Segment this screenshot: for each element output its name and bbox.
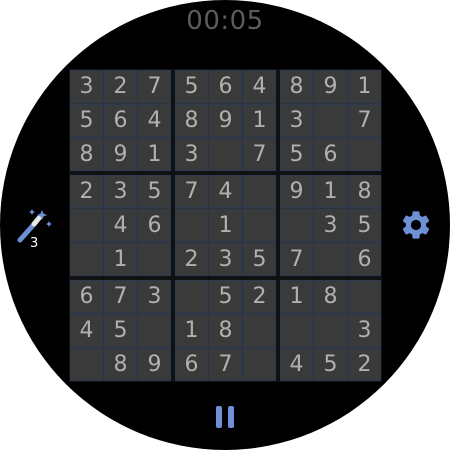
sudoku-cell[interactable]: 1 xyxy=(209,209,242,242)
sudoku-cell[interactable] xyxy=(175,280,208,313)
sudoku-cell[interactable]: 6 xyxy=(348,243,381,276)
sudoku-cell[interactable] xyxy=(175,209,208,242)
sudoku-box: 741235 xyxy=(175,175,276,276)
sudoku-board: 3275648915648913789137562354617412359183… xyxy=(69,69,382,382)
sudoku-cell[interactable] xyxy=(70,209,103,242)
sudoku-cell[interactable] xyxy=(138,314,171,347)
sudoku-cell[interactable]: 4 xyxy=(209,175,242,208)
sudoku-cell[interactable]: 8 xyxy=(280,70,313,103)
sudoku-cell[interactable]: 2 xyxy=(104,70,137,103)
sudoku-cell[interactable]: 1 xyxy=(314,175,347,208)
sudoku-cell[interactable]: 4 xyxy=(243,70,276,103)
sudoku-box: 183 452 xyxy=(280,280,381,381)
sudoku-cell[interactable]: 1 xyxy=(348,70,381,103)
sudoku-cell[interactable]: 9 xyxy=(280,175,313,208)
sudoku-cell[interactable]: 8 xyxy=(104,348,137,381)
sudoku-cell[interactable]: 1 xyxy=(138,138,171,171)
sudoku-cell[interactable]: 1 xyxy=(243,104,276,137)
sudoku-cell[interactable]: 7 xyxy=(175,175,208,208)
sudoku-cell[interactable]: 4 xyxy=(104,209,137,242)
sudoku-cell[interactable]: 8 xyxy=(209,314,242,347)
sudoku-cell[interactable]: 5 xyxy=(70,104,103,137)
sudoku-cell[interactable]: 8 xyxy=(175,104,208,137)
sudoku-cell[interactable]: 6 xyxy=(314,138,347,171)
sudoku-cell[interactable] xyxy=(280,314,313,347)
sudoku-cell[interactable]: 5 xyxy=(243,243,276,276)
sudoku-cell[interactable] xyxy=(314,314,347,347)
sudoku-cell[interactable]: 8 xyxy=(70,138,103,171)
sudoku-cell[interactable]: 7 xyxy=(209,348,242,381)
sudoku-cell[interactable] xyxy=(314,243,347,276)
gear-icon[interactable] xyxy=(399,208,433,242)
sudoku-cell[interactable]: 6 xyxy=(104,104,137,137)
sudoku-cell[interactable]: 6 xyxy=(209,70,242,103)
sudoku-cell[interactable] xyxy=(138,243,171,276)
sudoku-cell[interactable]: 2 xyxy=(70,175,103,208)
sudoku-box: 564 891 3 7 xyxy=(175,70,276,171)
sudoku-box: 235461 xyxy=(70,175,171,276)
sudoku-box: 327 564 891 xyxy=(70,70,171,171)
sudoku-cell[interactable]: 4 xyxy=(280,348,313,381)
sudoku-cell[interactable] xyxy=(314,104,347,137)
sudoku-cell[interactable]: 5 xyxy=(104,314,137,347)
sudoku-box: 673 4589 xyxy=(70,280,171,381)
sudoku-cell[interactable] xyxy=(348,280,381,313)
sudoku-cell[interactable] xyxy=(243,348,276,381)
sudoku-cell[interactable]: 5 xyxy=(175,70,208,103)
sudoku-cell[interactable]: 5 xyxy=(348,209,381,242)
sudoku-cell[interactable]: 9 xyxy=(209,104,242,137)
sudoku-cell[interactable] xyxy=(209,138,242,171)
sudoku-cell[interactable]: 2 xyxy=(348,348,381,381)
sudoku-cell[interactable]: 6 xyxy=(70,280,103,313)
sudoku-cell[interactable]: 2 xyxy=(243,280,276,313)
pause-icon[interactable] xyxy=(213,404,237,430)
sudoku-cell[interactable]: 1 xyxy=(104,243,137,276)
sudoku-cell[interactable] xyxy=(70,243,103,276)
sudoku-cell[interactable]: 7 xyxy=(348,104,381,137)
sudoku-cell[interactable] xyxy=(280,209,313,242)
sudoku-cell[interactable]: 6 xyxy=(138,209,171,242)
sudoku-cell[interactable]: 9 xyxy=(138,348,171,381)
sudoku-cell[interactable]: 4 xyxy=(70,314,103,347)
sudoku-cell[interactable]: 5 xyxy=(209,280,242,313)
hint-count: 3 xyxy=(30,236,39,251)
sudoku-cell[interactable]: 3 xyxy=(348,314,381,347)
sudoku-cell[interactable]: 7 xyxy=(104,280,137,313)
sudoku-cell[interactable] xyxy=(243,209,276,242)
sudoku-cell[interactable]: 3 xyxy=(70,70,103,103)
game-timer: 00:05 xyxy=(186,6,264,36)
sudoku-cell[interactable]: 7 xyxy=(243,138,276,171)
sudoku-cell[interactable] xyxy=(243,314,276,347)
sudoku-cell[interactable]: 8 xyxy=(348,175,381,208)
sudoku-cell[interactable]: 6 xyxy=(175,348,208,381)
watch-face: 00:05 3275648915648913789137562354617412… xyxy=(0,0,450,450)
sudoku-box: 52 1867 xyxy=(175,280,276,381)
sudoku-cell[interactable]: 3 xyxy=(280,104,313,137)
sudoku-cell[interactable]: 1 xyxy=(280,280,313,313)
sudoku-cell[interactable]: 3 xyxy=(209,243,242,276)
sudoku-cell[interactable]: 4 xyxy=(138,104,171,137)
sudoku-cell[interactable]: 3 xyxy=(138,280,171,313)
sudoku-cell[interactable]: 5 xyxy=(314,348,347,381)
screen: 00:05 3275648915648913789137562354617412… xyxy=(0,0,450,450)
sudoku-cell[interactable]: 9 xyxy=(314,70,347,103)
sudoku-cell[interactable]: 5 xyxy=(280,138,313,171)
sudoku-box: 891 3 7 56 xyxy=(280,70,381,171)
sudoku-cell[interactable]: 3 xyxy=(314,209,347,242)
sudoku-cell[interactable]: 5 xyxy=(138,175,171,208)
sudoku-cell[interactable]: 3 xyxy=(175,138,208,171)
sudoku-cell[interactable]: 1 xyxy=(175,314,208,347)
sudoku-cell[interactable]: 7 xyxy=(280,243,313,276)
sudoku-cell[interactable]: 8 xyxy=(314,280,347,313)
sudoku-cell[interactable] xyxy=(70,348,103,381)
sudoku-cell[interactable]: 9 xyxy=(104,138,137,171)
sudoku-cell[interactable] xyxy=(243,175,276,208)
sudoku-cell[interactable] xyxy=(348,138,381,171)
sudoku-cell[interactable]: 3 xyxy=(104,175,137,208)
sudoku-cell[interactable]: 7 xyxy=(138,70,171,103)
sudoku-cell[interactable]: 2 xyxy=(175,243,208,276)
sudoku-box: 91835 7 6 xyxy=(280,175,381,276)
